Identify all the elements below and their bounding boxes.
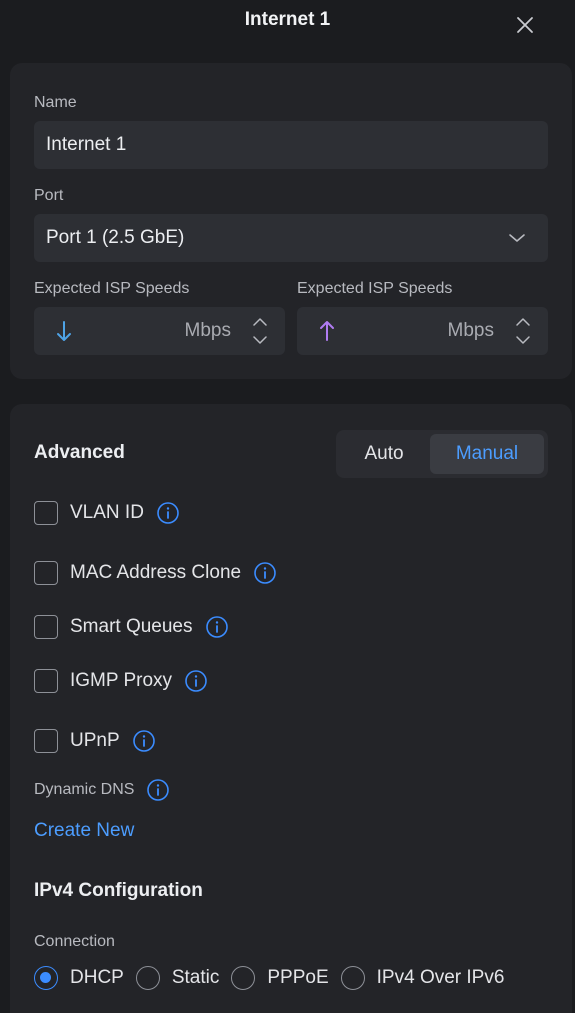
upnp-checkbox[interactable]	[34, 729, 58, 753]
dialog-header: Internet 1	[0, 0, 575, 48]
download-speed-label: Expected ISP Speeds	[34, 280, 190, 297]
radio-label: PPPoE	[267, 967, 329, 988]
option-label: UPnP	[70, 730, 120, 751]
radio-dhcp[interactable]: DHCP	[34, 966, 124, 990]
arrow-up-icon	[320, 321, 334, 341]
info-icon[interactable]	[156, 501, 180, 525]
option-label: MAC Address Clone	[70, 562, 242, 583]
dynamic-dns-row: Dynamic DNS	[34, 778, 170, 802]
mode-manual-button[interactable]: Manual	[430, 434, 544, 474]
smart-queues-checkbox[interactable]	[34, 615, 58, 639]
radio-pppoe-indicator	[231, 966, 256, 990]
mode-toggle: Auto Manual	[336, 430, 548, 478]
info-icon[interactable]	[253, 561, 277, 585]
name-input[interactable]: Internet 1	[34, 121, 548, 169]
port-label: Port	[34, 187, 64, 204]
upload-speed-label: Expected ISP Speeds	[297, 280, 453, 297]
general-card: Name Internet 1 Port Port 1 (2.5 GbE) Ex…	[10, 63, 572, 379]
radio-label: Static	[171, 967, 220, 988]
port-select[interactable]: Port 1 (2.5 GbE)	[34, 214, 548, 262]
port-select-value: Port 1 (2.5 GbE)	[46, 227, 185, 248]
option-label: IGMP Proxy	[70, 670, 173, 691]
info-icon[interactable]	[146, 778, 170, 802]
ipv4-title: IPv4 Configuration	[34, 880, 203, 901]
radio-static-indicator	[135, 966, 160, 990]
upload-speed-input[interactable]: Mbps	[297, 307, 548, 355]
radio-label: IPv4 Over IPv6	[376, 967, 505, 988]
chevron-down-icon	[509, 234, 525, 242]
arrow-down-icon	[57, 321, 71, 341]
radio-ipv4-over-ipv6[interactable]: IPv4 Over IPv6	[340, 966, 505, 990]
mode-auto-button[interactable]: Auto	[340, 434, 428, 474]
name-label: Name	[34, 94, 77, 111]
upload-speed-unit: Mbps	[447, 320, 494, 341]
option-label: VLAN ID	[70, 502, 144, 523]
radio-label: DHCP	[70, 967, 124, 988]
mac-address-clone-checkbox[interactable]	[34, 561, 58, 585]
name-input-value: Internet 1	[46, 134, 127, 155]
option-mac-address-clone: MAC Address Clone	[34, 559, 277, 587]
dynamic-dns-label: Dynamic DNS	[34, 781, 135, 798]
option-smart-queues: Smart Queues	[34, 613, 229, 641]
radio-pppoe[interactable]: PPPoE	[231, 966, 329, 990]
option-vlan-id: VLAN ID	[34, 499, 180, 527]
advanced-card: Advanced Auto Manual VLAN ID MAC Address…	[10, 404, 572, 1013]
vlan-id-checkbox[interactable]	[34, 501, 58, 525]
option-igmp-proxy: IGMP Proxy	[34, 667, 208, 695]
dialog-title: Internet 1	[244, 9, 331, 30]
info-icon[interactable]	[205, 615, 229, 639]
connection-radio-group: DHCP Static PPPoE IPv4 Over IPv6	[34, 966, 516, 990]
radio-ipv4-over-ipv6-indicator	[340, 966, 365, 990]
create-new-link[interactable]: Create New	[34, 820, 134, 842]
option-label: Smart Queues	[70, 616, 193, 637]
connection-label: Connection	[34, 933, 115, 950]
info-icon[interactable]	[184, 669, 208, 693]
info-icon[interactable]	[132, 729, 156, 753]
igmp-proxy-checkbox[interactable]	[34, 669, 58, 693]
radio-dhcp-indicator	[34, 966, 58, 990]
download-speed-unit: Mbps	[184, 320, 231, 341]
close-button[interactable]	[512, 12, 538, 38]
stepper-icon	[253, 318, 267, 344]
option-upnp: UPnP	[34, 727, 156, 755]
radio-static[interactable]: Static	[135, 966, 220, 990]
download-speed-input[interactable]: Mbps	[34, 307, 285, 355]
close-icon	[517, 17, 533, 33]
stepper-icon	[516, 318, 530, 344]
advanced-title: Advanced	[34, 442, 125, 463]
